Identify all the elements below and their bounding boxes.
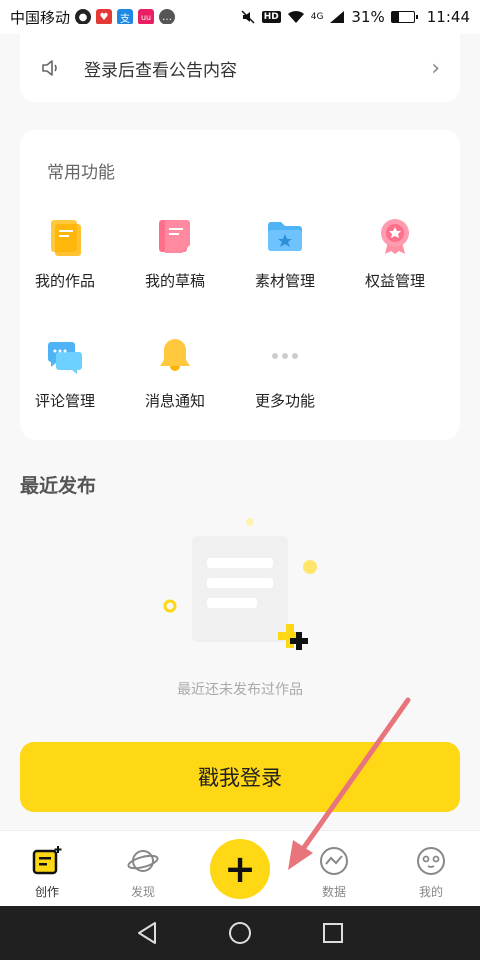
tab-label-discover: 发现 [130, 885, 155, 899]
empty-state-text: 最近还未发布过作品 [177, 682, 303, 698]
tab-create[interactable]: 创作 [17, 845, 77, 900]
tab-label-mine: 我的 [418, 885, 443, 899]
create-icon [31, 845, 63, 877]
plus-icon: + [224, 847, 256, 891]
recent-title: 最近发布 [20, 475, 97, 497]
data-icon [318, 845, 350, 877]
recents-button[interactable] [318, 918, 348, 948]
wifi-icon [287, 10, 304, 23]
comment-icon [45, 336, 85, 376]
message-notification-button[interactable]: 消息通知 [125, 336, 225, 411]
penguin-icon [415, 845, 447, 877]
bell-icon [155, 336, 195, 376]
planet-icon [127, 845, 159, 877]
qq-notification-icon: ● [75, 9, 92, 25]
tab-label-data: 数据 [321, 885, 346, 899]
folder-icon [265, 216, 305, 256]
more-functions-button[interactable]: 更多功能 [235, 336, 335, 411]
func-label-comments: 评论管理 [34, 392, 95, 410]
back-triangle-icon [137, 922, 156, 944]
comment-management-button[interactable]: 评论管理 [15, 336, 115, 411]
func-label-drafts: 我的草稿 [144, 272, 205, 290]
battery-icon [390, 11, 418, 23]
battery-fill [391, 12, 399, 22]
func-label-notifications: 消息通知 [144, 392, 205, 410]
notice-card[interactable]: 登录后查看公告内容 › [20, 24, 460, 102]
uu-notification-icon: uu [138, 9, 155, 25]
tab-label-create: 创作 [34, 885, 59, 899]
login-button[interactable]: 戳我登录 [20, 742, 460, 812]
chevron-right-icon: › [431, 55, 440, 81]
functions-title: 常用功能 [47, 163, 115, 183]
func-label-works: 我的作品 [34, 272, 95, 290]
create-plus-button[interactable]: + [210, 839, 270, 899]
main-content: 登录后查看公告内容 › 常用功能 我的作品 我的草稿 素材管理 权益管理 评论管… [0, 24, 480, 830]
alipay-notification-icon: 支 [117, 9, 134, 25]
material-management-button[interactable]: 素材管理 [235, 216, 335, 291]
empty-state-illustration [160, 514, 320, 664]
hd-badge: HD [261, 11, 281, 23]
app-notification-icon: ♥ [96, 9, 113, 25]
signal-icon [330, 11, 345, 23]
back-button[interactable] [132, 918, 162, 948]
works-icon [45, 216, 85, 256]
my-drafts-button[interactable]: 我的草稿 [125, 216, 225, 291]
system-nav-bar [0, 906, 480, 960]
tab-data[interactable]: 数据 [304, 845, 364, 900]
network-type: 4G [310, 11, 324, 22]
func-label-material: 素材管理 [254, 272, 315, 290]
message-notification-icon: … [159, 9, 176, 25]
home-circle-icon [228, 922, 251, 944]
recents-square-icon [323, 923, 344, 943]
mute-icon [241, 10, 255, 24]
drafts-icon [155, 216, 195, 256]
bottom-tab-bar: 创作 发现 + 数据 我的 [0, 830, 480, 906]
notice-text: 登录后查看公告内容 [84, 60, 237, 81]
my-works-button[interactable]: 我的作品 [15, 216, 115, 291]
badge-icon [375, 216, 415, 256]
speaker-icon [42, 60, 57, 76]
func-label-more: 更多功能 [254, 392, 315, 410]
functions-card: 常用功能 我的作品 我的草稿 素材管理 权益管理 评论管理 消息通知 更多功能 [20, 130, 460, 440]
rights-management-button[interactable]: 权益管理 [345, 216, 445, 291]
func-label-rights: 权益管理 [364, 272, 425, 290]
home-button[interactable] [225, 918, 255, 948]
tab-discover[interactable]: 发现 [113, 845, 173, 900]
tab-mine[interactable]: 我的 [401, 845, 461, 900]
more-icon [265, 336, 305, 376]
